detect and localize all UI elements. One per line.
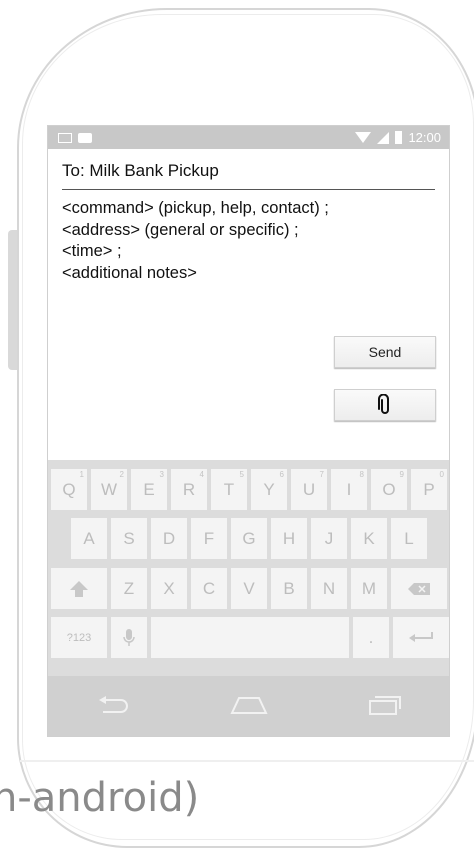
key-e[interactable]: E3 xyxy=(131,469,167,510)
keyboard-row-4: ?123 . xyxy=(51,617,449,658)
backspace-key[interactable] xyxy=(391,568,447,609)
key-label: I xyxy=(346,479,352,499)
key-number-hint: 5 xyxy=(239,470,244,479)
mail-icon xyxy=(58,132,72,143)
keyboard-row-3: ZXCVBNM xyxy=(51,568,447,609)
key-number-hint: 2 xyxy=(119,470,124,479)
backspace-icon xyxy=(408,582,430,595)
divider xyxy=(20,760,474,762)
key-label: O xyxy=(382,479,396,499)
voice-input-key[interactable] xyxy=(111,617,147,658)
key-j[interactable]: J xyxy=(311,518,347,559)
key-number-hint: 6 xyxy=(279,470,284,479)
action-buttons: Send xyxy=(334,336,436,421)
key-z[interactable]: Z xyxy=(111,568,147,609)
wifi-icon xyxy=(355,132,372,143)
key-label: E xyxy=(143,479,155,499)
key-h[interactable]: H xyxy=(271,518,307,559)
key-f[interactable]: F xyxy=(191,518,227,559)
compose-area[interactable]: To: Milk Bank Pickup <command> (pickup, … xyxy=(48,149,449,284)
key-label: T xyxy=(223,479,235,499)
key-number-hint: 0 xyxy=(439,470,444,479)
message-line: <address> (general or specific) ; xyxy=(62,220,299,239)
recipient-field[interactable]: To: Milk Bank Pickup xyxy=(62,161,435,190)
message-body[interactable]: <command> (pickup, help, contact) ; <add… xyxy=(62,198,435,284)
watermark-text: n-android) xyxy=(0,775,200,821)
key-u[interactable]: U7 xyxy=(291,469,327,510)
key-l[interactable]: L xyxy=(391,518,427,559)
navigation-bar xyxy=(48,676,449,736)
key-label: Q xyxy=(62,479,76,499)
message-line: <command> (pickup, help, contact) ; xyxy=(62,199,329,217)
key-m[interactable]: M xyxy=(351,568,387,609)
recent-apps-icon[interactable] xyxy=(368,694,402,721)
key-i[interactable]: I8 xyxy=(331,469,367,510)
battery-icon xyxy=(395,131,403,144)
key-k[interactable]: K xyxy=(351,518,387,559)
key-p[interactable]: P0 xyxy=(411,469,447,510)
message-line: <additional notes> xyxy=(62,263,197,282)
enter-icon xyxy=(409,631,433,642)
key-label: U xyxy=(302,479,316,499)
key-label: P xyxy=(423,479,435,499)
key-label: R xyxy=(182,479,196,499)
key-number-hint: 9 xyxy=(399,470,404,479)
shift-icon xyxy=(70,580,88,597)
home-icon[interactable] xyxy=(229,695,269,720)
key-d[interactable]: D xyxy=(151,518,187,559)
status-time: 12:00 xyxy=(408,130,441,145)
microphone-icon xyxy=(123,628,135,646)
back-icon[interactable] xyxy=(97,695,131,720)
key-number-hint: 8 xyxy=(359,470,364,479)
key-o[interactable]: O9 xyxy=(371,469,407,510)
phone-screen: 12:00 To: Milk Bank Pickup <command> (pi… xyxy=(47,125,450,737)
key-x[interactable]: X xyxy=(151,568,187,609)
attach-button[interactable] xyxy=(334,389,436,421)
message-line: <time> ; xyxy=(62,242,122,260)
key-number-hint: 1 xyxy=(79,470,84,479)
key-g[interactable]: G xyxy=(231,518,267,559)
keyboard-row-1: Q1W2E3R4T5Y6U7I8O9P0 xyxy=(51,469,447,510)
chat-icon xyxy=(78,132,92,143)
signal-icon xyxy=(377,131,390,144)
key-w[interactable]: W2 xyxy=(91,469,127,510)
period-key[interactable]: . xyxy=(353,617,389,658)
mockup-stage: 12:00 To: Milk Bank Pickup <command> (pi… xyxy=(0,0,474,858)
key-s[interactable]: S xyxy=(111,518,147,559)
key-n[interactable]: N xyxy=(311,568,347,609)
send-button[interactable]: Send xyxy=(334,336,436,368)
key-label: Y xyxy=(263,479,275,499)
key-r[interactable]: R4 xyxy=(171,469,207,510)
paperclip-icon xyxy=(378,394,389,414)
key-label: W xyxy=(100,479,118,499)
space-key[interactable] xyxy=(151,617,349,658)
key-number-hint: 4 xyxy=(199,470,204,479)
key-v[interactable]: V xyxy=(231,568,267,609)
phone-side-button xyxy=(8,230,17,370)
keyboard: Q1W2E3R4T5Y6U7I8O9P0 ASDFGHJKL ZXCVBNM ?… xyxy=(48,460,449,736)
key-a[interactable]: A xyxy=(71,518,107,559)
key-number-hint: 7 xyxy=(319,470,324,479)
key-q[interactable]: Q1 xyxy=(51,469,87,510)
key-b[interactable]: B xyxy=(271,568,307,609)
key-c[interactable]: C xyxy=(191,568,227,609)
enter-key[interactable] xyxy=(393,617,449,658)
keyboard-row-2: ASDFGHJKL xyxy=(71,518,427,559)
key-number-hint: 3 xyxy=(159,470,164,479)
symbols-key[interactable]: ?123 xyxy=(51,617,107,658)
key-t[interactable]: T5 xyxy=(211,469,247,510)
key-y[interactable]: Y6 xyxy=(251,469,287,510)
status-bar: 12:00 xyxy=(48,126,449,149)
shift-key[interactable] xyxy=(51,568,107,609)
